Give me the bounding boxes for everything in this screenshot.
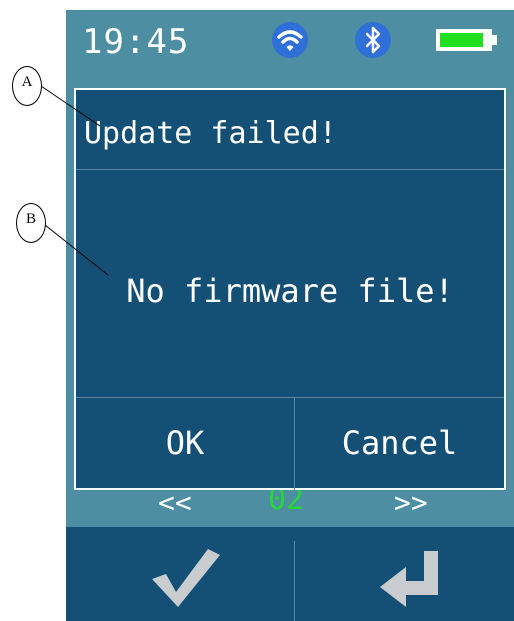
bottom-key-bar — [66, 527, 514, 621]
battery-icon — [436, 29, 492, 51]
bottom-divider — [294, 541, 295, 621]
battery-level-fill — [440, 33, 483, 47]
device-screen: 19:45 << 02 >> Update failed! No firmwar… — [66, 10, 514, 621]
dialog-title: Update failed! — [84, 116, 337, 151]
battery-tip — [492, 35, 497, 45]
callout-a-label: A — [21, 74, 33, 90]
dialog-message: No firmware file! — [126, 272, 454, 310]
status-time: 19:45 — [82, 22, 190, 62]
wifi-icon — [272, 22, 308, 58]
callout-b: B — [16, 203, 46, 243]
callout-b-label: B — [25, 211, 36, 227]
callout-a: A — [12, 66, 42, 106]
status-bar: 19:45 — [66, 10, 514, 72]
ok-button[interactable]: OK — [76, 398, 294, 488]
previous-arrow: << — [158, 486, 192, 519]
return-arrow-icon[interactable] — [366, 537, 466, 617]
next-arrow: >> — [394, 486, 428, 519]
dialog-title-divider — [76, 169, 504, 170]
cancel-button[interactable]: Cancel — [295, 398, 504, 488]
error-dialog: Update failed! No firmware file! OK Canc… — [74, 88, 506, 490]
checkmark-icon[interactable] — [136, 537, 236, 617]
bluetooth-icon — [355, 22, 391, 58]
